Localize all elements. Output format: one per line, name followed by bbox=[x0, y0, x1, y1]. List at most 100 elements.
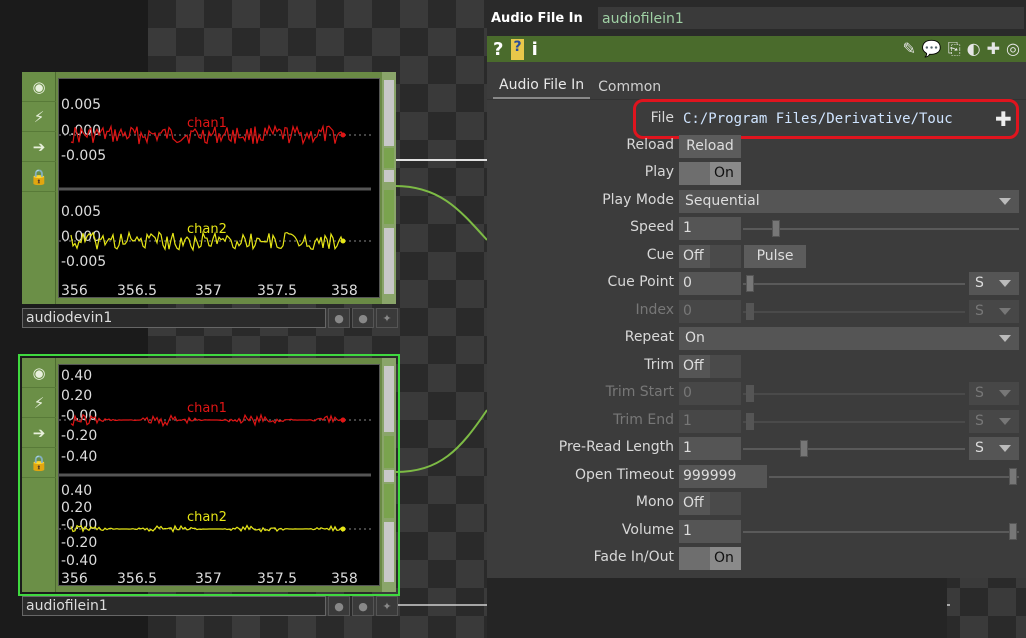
cue-toggle[interactable]: Off bbox=[679, 245, 741, 268]
param-file: File C:/Program Files/Derivative/Touc ✚ bbox=[487, 99, 1026, 139]
speed-field[interactable]: 1 bbox=[679, 217, 741, 240]
python-help-icon[interactable]: ? bbox=[511, 38, 524, 60]
param-index: Index 0 S bbox=[487, 300, 1026, 324]
pre-read-length-slider[interactable] bbox=[743, 448, 965, 450]
mono-toggle[interactable]: Off bbox=[679, 492, 741, 515]
param-fade-in-out: Fade In/Out On bbox=[487, 547, 1026, 571]
display-icon[interactable]: ➔ bbox=[22, 132, 56, 162]
trim-start-unit-dropdown: S bbox=[969, 382, 1019, 405]
cue-pulse-button[interactable]: Pulse bbox=[744, 245, 806, 268]
clone-icon[interactable]: ⎘ bbox=[948, 39, 961, 59]
node-name-field[interactable]: audiofilein1 bbox=[22, 596, 326, 616]
cue-point-unit-dropdown[interactable]: S bbox=[969, 272, 1019, 295]
x-tick-label: 358 bbox=[331, 571, 358, 587]
audio-plot: 0.0050.000-0.0050.0050.000-0.005356 356.5… bbox=[59, 97, 371, 299]
node-name-field[interactable]: audiodevin1 bbox=[22, 308, 326, 328]
tick-label: 0.40 bbox=[61, 368, 92, 384]
panel-toolbar: ? ? i ✎ 💬 ⎘ ◐ ✚ ◎ bbox=[487, 36, 1026, 62]
display-icon[interactable]: ➔ bbox=[22, 418, 56, 448]
x-tick-label: 357 bbox=[195, 283, 222, 299]
node-audiofilein1[interactable]: ◉ ⚡ ➔ 🔒 0.40 0.20 -0.00 -0.20 -0.40 0.40 0.20-… bbox=[18, 354, 400, 596]
cue-point-slider[interactable] bbox=[743, 283, 965, 285]
tab-common[interactable]: Common bbox=[592, 79, 667, 99]
speed-slider-handle[interactable] bbox=[772, 220, 780, 237]
x-tick-label: 357 bbox=[195, 571, 222, 587]
info-icon[interactable]: i bbox=[532, 39, 538, 60]
python-icon[interactable]: ◐ bbox=[967, 39, 981, 59]
trim-end-field: 1 bbox=[679, 410, 741, 433]
tick-label: 0.20 bbox=[61, 500, 92, 516]
render-flag-icon[interactable]: ✦ bbox=[376, 596, 398, 616]
cue-point-slider-handle[interactable] bbox=[746, 275, 754, 292]
lock-icon[interactable]: 🔒 bbox=[22, 162, 56, 192]
speed-slider[interactable] bbox=[743, 228, 1019, 230]
node-flag-icons: ● ● ✦ bbox=[328, 308, 398, 328]
bypass-icon[interactable]: ⚡ bbox=[22, 102, 56, 132]
viewer-icon[interactable]: ◉ bbox=[22, 358, 56, 388]
chevron-down-icon bbox=[999, 445, 1011, 452]
param-reload: Reload Reload bbox=[487, 135, 1026, 159]
param-label: Open Timeout bbox=[574, 467, 674, 483]
node-right-bar bbox=[382, 358, 396, 592]
chevron-down-icon bbox=[999, 308, 1011, 315]
render-flag-icon[interactable]: ✦ bbox=[376, 308, 398, 328]
tab-audio-file-in[interactable]: Audio File In bbox=[493, 77, 591, 99]
trim-start-field: 0 bbox=[679, 382, 741, 405]
play-mode-dropdown[interactable]: Sequential bbox=[679, 190, 1019, 213]
audio-plot: 0.400.20-0.00-0.20-0.400.400.20-0.00-0.2… bbox=[59, 368, 371, 587]
channel-viewer[interactable]: 0.40 0.20 -0.00 -0.20 -0.40 0.40 0.20 -0.00 -0.2… bbox=[58, 364, 380, 587]
open-timeout-field[interactable]: 999999 bbox=[679, 465, 767, 488]
reload-button[interactable]: Reload bbox=[679, 135, 741, 158]
param-trim-end: Trim End 1 S bbox=[487, 410, 1026, 434]
lock-icon[interactable]: 🔒 bbox=[22, 448, 56, 478]
add-icon[interactable]: ✚ bbox=[987, 39, 1000, 59]
cook-flag-icon[interactable]: ● bbox=[328, 596, 350, 616]
tick-label: -0.20 bbox=[61, 535, 97, 551]
x-tick-label: 357.5 bbox=[257, 283, 297, 299]
op-name-field[interactable]: audiofilein1 bbox=[597, 6, 1025, 30]
tick-label: 0.005 bbox=[61, 97, 101, 113]
edit-icon[interactable]: ✎ bbox=[903, 39, 916, 59]
display-flag-icon[interactable]: ● bbox=[352, 596, 374, 616]
param-label: Play bbox=[644, 164, 674, 180]
index-slider-handle bbox=[746, 303, 754, 320]
open-timeout-slider[interactable] bbox=[769, 476, 1019, 478]
param-label: Trim End bbox=[613, 412, 674, 428]
trim-toggle[interactable]: Off bbox=[679, 355, 741, 378]
fade-toggle[interactable]: On bbox=[679, 547, 741, 570]
open-timeout-slider-handle[interactable] bbox=[1009, 468, 1017, 485]
tick-label: -0.40 bbox=[61, 553, 97, 569]
param-pre-read-length: Pre-Read Length 1 S bbox=[487, 437, 1026, 461]
param-speed: Speed 1 bbox=[487, 217, 1026, 241]
index-unit-dropdown: S bbox=[969, 300, 1019, 323]
waveform-endpoint bbox=[340, 132, 346, 138]
bypass-icon[interactable]: ⚡ bbox=[22, 388, 56, 418]
param-trim: Trim Off bbox=[487, 355, 1026, 379]
pre-read-length-slider-handle[interactable] bbox=[800, 440, 808, 457]
volume-field[interactable]: 1 bbox=[679, 520, 741, 543]
op-type-label: Audio File In bbox=[491, 10, 583, 26]
tick-label: 0.20 bbox=[61, 388, 92, 404]
param-label: Trim bbox=[644, 357, 674, 373]
viewer-icon[interactable]: ◉ bbox=[22, 72, 56, 102]
cue-point-field[interactable]: 0 bbox=[679, 272, 741, 295]
viewer-icon[interactable]: ◎ bbox=[1006, 39, 1020, 59]
channel-viewer[interactable]: 0.005 0.000 -0.005 0.005 0.000 -0.005 356 356.5… bbox=[58, 78, 380, 299]
highlight-annotation bbox=[633, 99, 1019, 139]
pre-read-length-unit-dropdown[interactable]: S bbox=[969, 437, 1019, 460]
chevron-down-icon bbox=[999, 198, 1011, 205]
x-tick-label: 356.5 bbox=[117, 571, 157, 587]
volume-slider-handle[interactable] bbox=[1009, 523, 1017, 540]
node-audiodevin1[interactable]: ◉ ⚡ ➔ 🔒 0.005 0.000 -0.005 0.005 0.000 -0.005… bbox=[22, 72, 396, 304]
param-volume: Volume 1 bbox=[487, 520, 1026, 544]
display-flag-icon[interactable]: ● bbox=[352, 308, 374, 328]
waveform-line bbox=[70, 412, 344, 428]
param-label: Mono bbox=[635, 494, 674, 510]
comment-icon[interactable]: 💬 bbox=[922, 39, 942, 59]
repeat-dropdown[interactable]: On bbox=[679, 327, 1019, 350]
help-icon[interactable]: ? bbox=[493, 39, 503, 60]
play-toggle[interactable]: On bbox=[679, 162, 741, 185]
cook-flag-icon[interactable]: ● bbox=[328, 308, 350, 328]
volume-slider[interactable] bbox=[743, 531, 1019, 533]
pre-read-length-field[interactable]: 1 bbox=[679, 437, 741, 460]
